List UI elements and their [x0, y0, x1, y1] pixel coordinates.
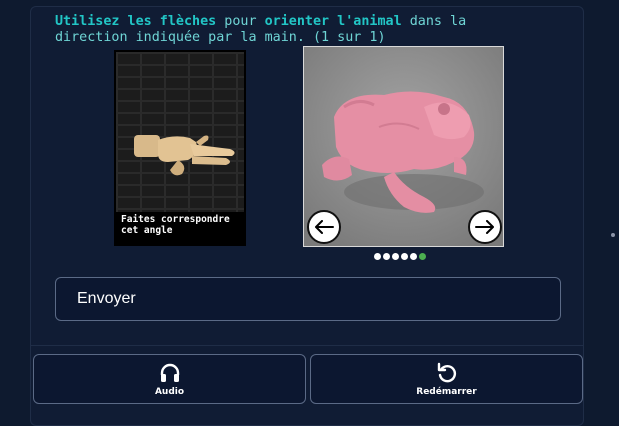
- reference-caption: Faites correspondre cet angle: [116, 212, 244, 244]
- progress-dot: [392, 253, 399, 260]
- divider: [31, 345, 583, 346]
- restart-icon: [437, 362, 456, 383]
- animal-viewer: [303, 46, 504, 247]
- pointing-hand-image: [134, 135, 235, 176]
- instruction-part-2: pour: [216, 14, 265, 29]
- progress-dot: [410, 253, 417, 260]
- headphones-icon: [160, 363, 179, 382]
- progress-dots: [374, 253, 426, 261]
- submit-button[interactable]: Envoyer: [55, 277, 561, 321]
- audio-button[interactable]: Audio: [33, 354, 306, 404]
- arrow-right-icon: [475, 220, 494, 234]
- rotate-left-button[interactable]: [307, 210, 341, 244]
- rotate-right-button[interactable]: [468, 210, 502, 244]
- instruction-text: Utilisez les flèches pour orienter l'ani…: [55, 14, 525, 46]
- instruction-part-3: orienter l'animal: [264, 14, 402, 29]
- progress-dot-active: [419, 253, 426, 260]
- reference-hand-card: Faites correspondre cet angle: [114, 50, 246, 246]
- audio-label: Audio: [154, 387, 185, 397]
- progress-dot: [401, 253, 408, 260]
- progress-dot: [383, 253, 390, 260]
- instruction-part-1: Utilisez les flèches: [55, 14, 217, 29]
- scroll-indicator: [611, 233, 615, 237]
- arrow-left-icon: [315, 220, 334, 234]
- restart-button[interactable]: Redémarrer: [310, 354, 583, 404]
- restart-label: Redémarrer: [416, 387, 477, 397]
- progress-dot: [374, 253, 381, 260]
